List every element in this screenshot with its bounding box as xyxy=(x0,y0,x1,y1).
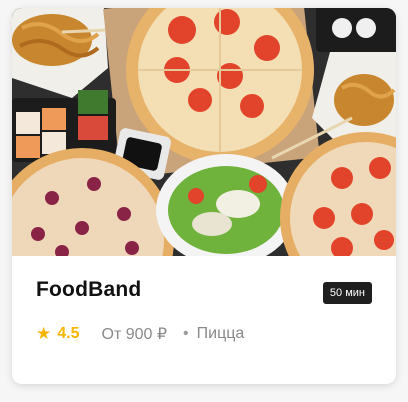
restaurant-card[interactable]: FoodBand 50 мин ★ 4.5 От 900 ₽ • Пицца xyxy=(12,8,396,384)
category-label: Пицца xyxy=(196,325,245,342)
restaurant-name[interactable]: FoodBand xyxy=(36,278,141,302)
restaurant-photo xyxy=(12,8,396,256)
star-icon: ★ xyxy=(36,324,52,343)
rating-value: 4.5 xyxy=(57,325,80,342)
card-body: FoodBand 50 мин ★ 4.5 От 900 ₽ • Пицца xyxy=(12,256,396,384)
delivery-time-badge: 50 мин xyxy=(322,282,372,304)
price-label: От 900 ₽ xyxy=(101,326,168,343)
separator-dot: • xyxy=(183,325,189,342)
restaurant-meta: ★ 4.5 От 900 ₽ • Пицца xyxy=(36,324,244,344)
